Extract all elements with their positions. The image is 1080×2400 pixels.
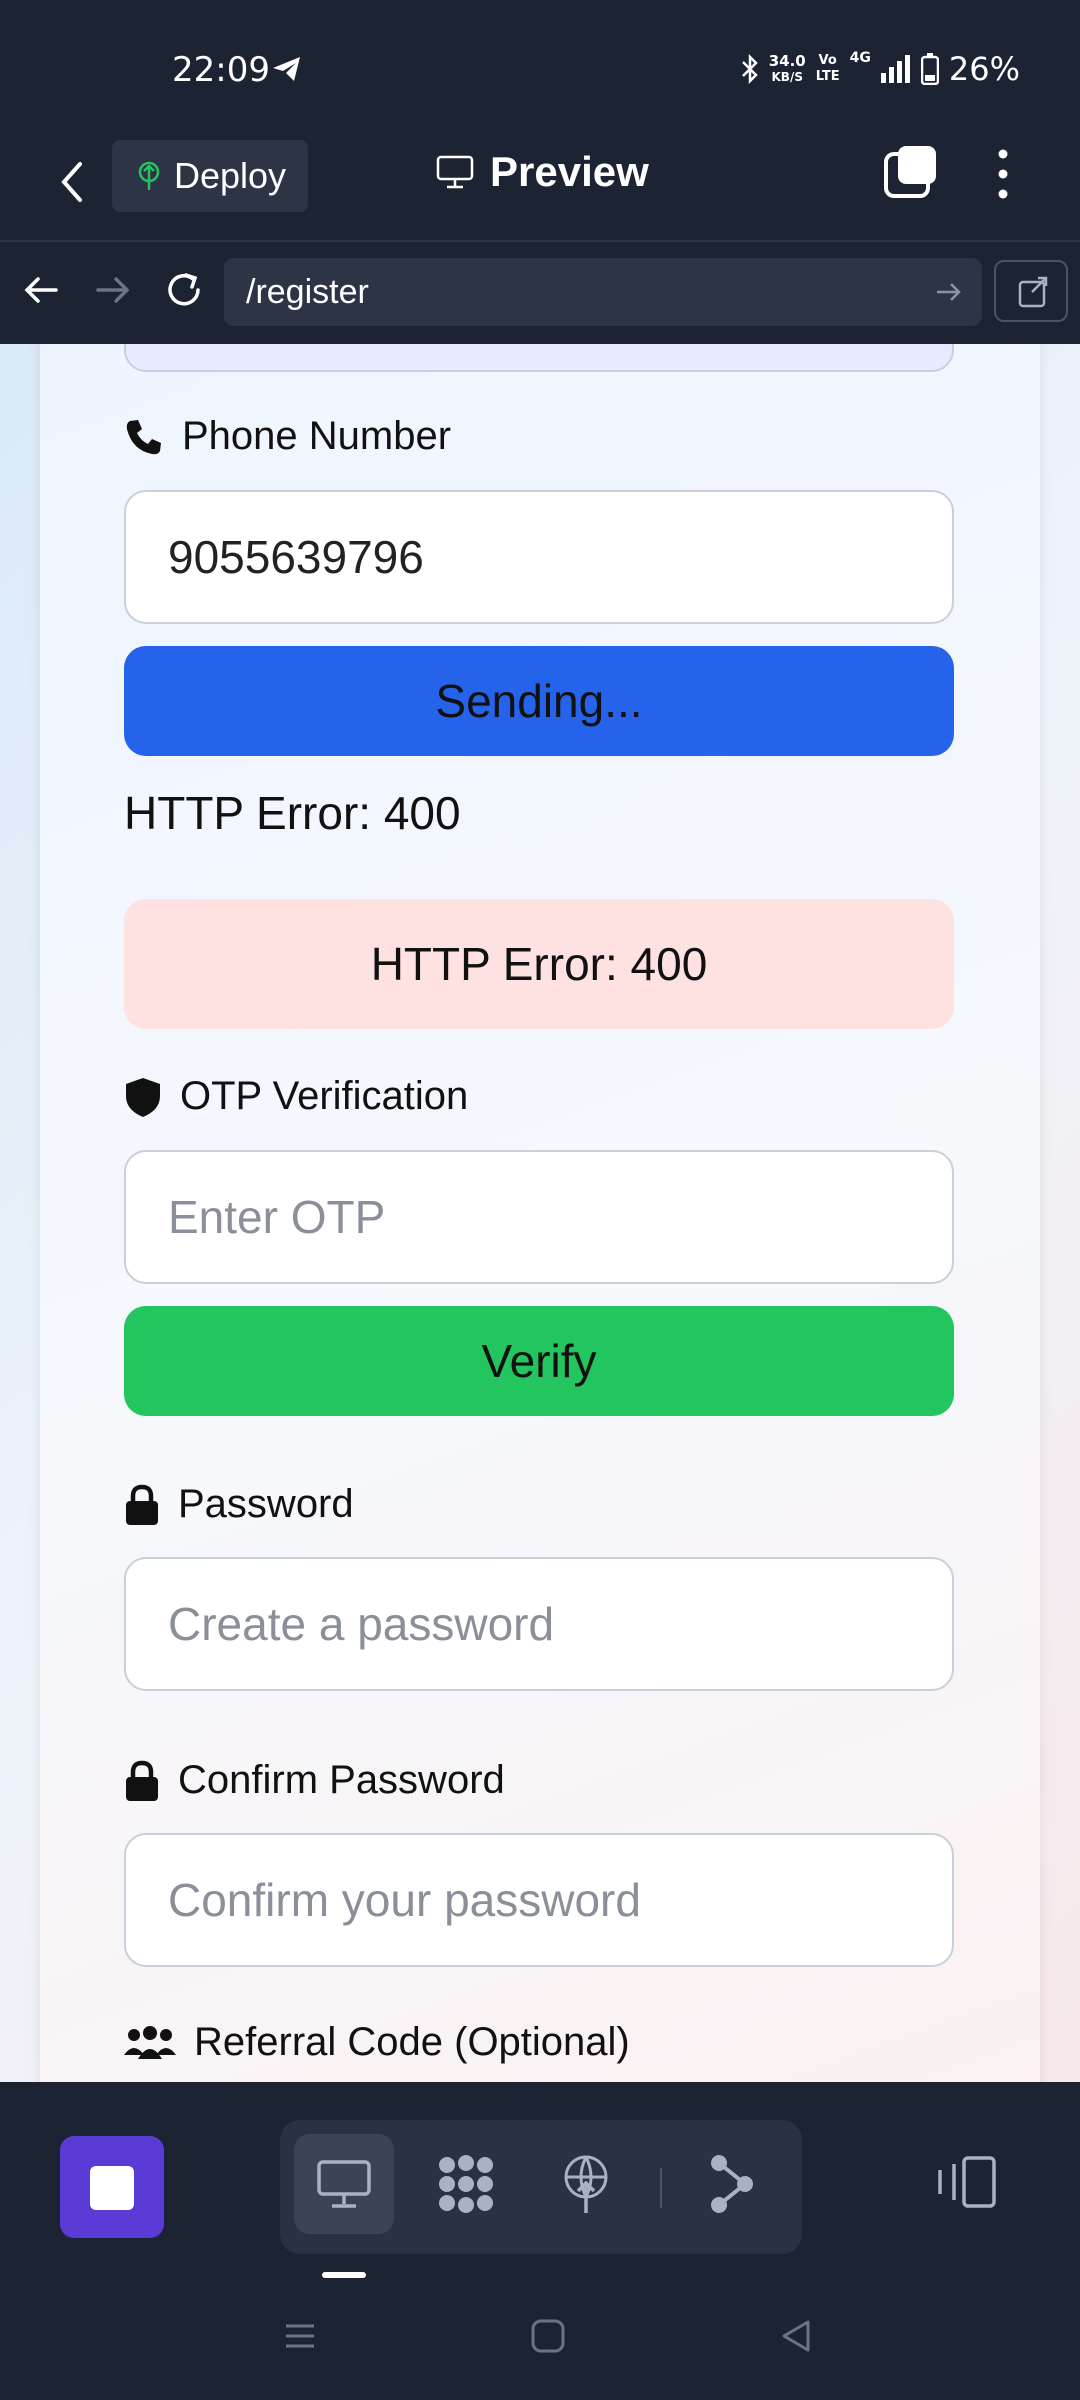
- net-speed-unit: KB/S: [771, 70, 803, 84]
- reload-icon[interactable]: [160, 266, 208, 314]
- volte-top: Vo: [818, 53, 837, 68]
- error-banner: HTTP Error: 400: [124, 899, 954, 1029]
- tool-switcher: [280, 2120, 802, 2254]
- back-arrow-icon[interactable]: [52, 152, 92, 212]
- verify-button[interactable]: Verify: [124, 1306, 954, 1416]
- recents-icon[interactable]: [280, 2316, 320, 2356]
- page-viewport: Phone Number 9055639796 Sending... HTTP …: [0, 344, 1080, 2082]
- password-input[interactable]: Create a password: [124, 1557, 954, 1691]
- preview-label: Preview: [490, 148, 649, 195]
- deploy-label: Deploy: [174, 155, 287, 196]
- globe-upload-icon: [564, 2155, 608, 2213]
- browser-bar: /register: [0, 242, 1080, 344]
- confirm-password-label: Confirm Password: [124, 1758, 505, 1803]
- previous-field[interactable]: [124, 344, 954, 372]
- otp-label-text: OTP Verification: [180, 1074, 469, 1118]
- send-otp-button[interactable]: Sending...: [124, 646, 954, 756]
- bottom-toolbar: [0, 2082, 1080, 2254]
- browser-back-icon[interactable]: [18, 266, 66, 314]
- network-type: 4G: [849, 50, 871, 66]
- net-speed: 34.0 KB/S: [769, 53, 806, 85]
- status-icons: 34.0 KB/S Vo LTE 4G 26%: [741, 50, 1020, 88]
- otp-input[interactable]: Enter OTP: [124, 1150, 954, 1284]
- layout-toggle-icon[interactable]: [934, 2156, 998, 2208]
- publish-tool[interactable]: [536, 2134, 636, 2234]
- preview-tool[interactable]: [294, 2134, 394, 2234]
- url-field[interactable]: /register: [224, 258, 982, 326]
- stop-button[interactable]: [60, 2136, 164, 2238]
- battery-icon: [920, 53, 939, 85]
- browser-forward-icon[interactable]: [88, 266, 136, 314]
- phone-input[interactable]: 9055639796: [124, 490, 954, 624]
- app-header: Deploy Preview: [0, 130, 1080, 242]
- more-options-icon[interactable]: [988, 146, 1018, 202]
- status-time: 22:09: [172, 50, 270, 90]
- net-speed-value: 34.0: [768, 52, 806, 70]
- register-card: Phone Number 9055639796 Sending... HTTP …: [40, 344, 1040, 2082]
- phone-icon: [126, 419, 161, 454]
- deploy-icon: [138, 161, 160, 190]
- preview-title: Preview: [436, 148, 649, 196]
- status-bar: 22:09 34.0 KB/S Vo LTE 4G 26%: [0, 0, 1080, 130]
- system-back-icon[interactable]: [776, 2316, 816, 2356]
- tabs-icon[interactable]: [884, 146, 938, 200]
- home-icon[interactable]: [528, 2316, 568, 2356]
- battery-percent: 26%: [948, 50, 1020, 88]
- bluetooth-icon: [741, 54, 758, 84]
- branch-icon: [711, 2155, 753, 2213]
- toolbar-divider: [660, 2168, 662, 2208]
- password-label: Password: [124, 1482, 354, 1527]
- cluster-icon: [439, 2155, 493, 2213]
- monitor-icon: [436, 155, 474, 189]
- volte-bottom: LTE: [815, 69, 840, 84]
- stop-icon: [90, 2166, 134, 2210]
- confirm-password-label-text: Confirm Password: [178, 1758, 505, 1802]
- signal-icon: [880, 55, 910, 83]
- volte-indicator: Vo LTE: [816, 53, 840, 85]
- system-nav-bar: [0, 2278, 1080, 2400]
- monitor-icon: [317, 2160, 371, 2208]
- lock-icon: [126, 1484, 158, 1525]
- phone-label-text: Phone Number: [182, 414, 452, 458]
- referral-label-text: Referral Code (Optional): [194, 2020, 630, 2064]
- phone-label: Phone Number: [124, 414, 451, 459]
- users-icon: [124, 2025, 176, 2059]
- shield-icon: [126, 1077, 160, 1117]
- go-arrow-icon[interactable]: [932, 276, 964, 308]
- url-text: /register: [246, 272, 369, 311]
- confirm-password-input[interactable]: Confirm your password: [124, 1833, 954, 1967]
- telegram-icon: [273, 57, 300, 81]
- error-text: HTTP Error: 400: [124, 787, 461, 839]
- referral-label: Referral Code (Optional): [124, 2020, 630, 2065]
- git-tool[interactable]: [682, 2134, 782, 2234]
- deploy-button[interactable]: Deploy: [112, 140, 308, 212]
- external-link-icon: [1018, 276, 1048, 308]
- password-label-text: Password: [178, 1482, 354, 1526]
- lock-icon: [126, 1760, 158, 1801]
- apps-tool[interactable]: [416, 2134, 516, 2234]
- open-external-button[interactable]: [994, 260, 1068, 322]
- otp-label: OTP Verification: [124, 1074, 468, 1119]
